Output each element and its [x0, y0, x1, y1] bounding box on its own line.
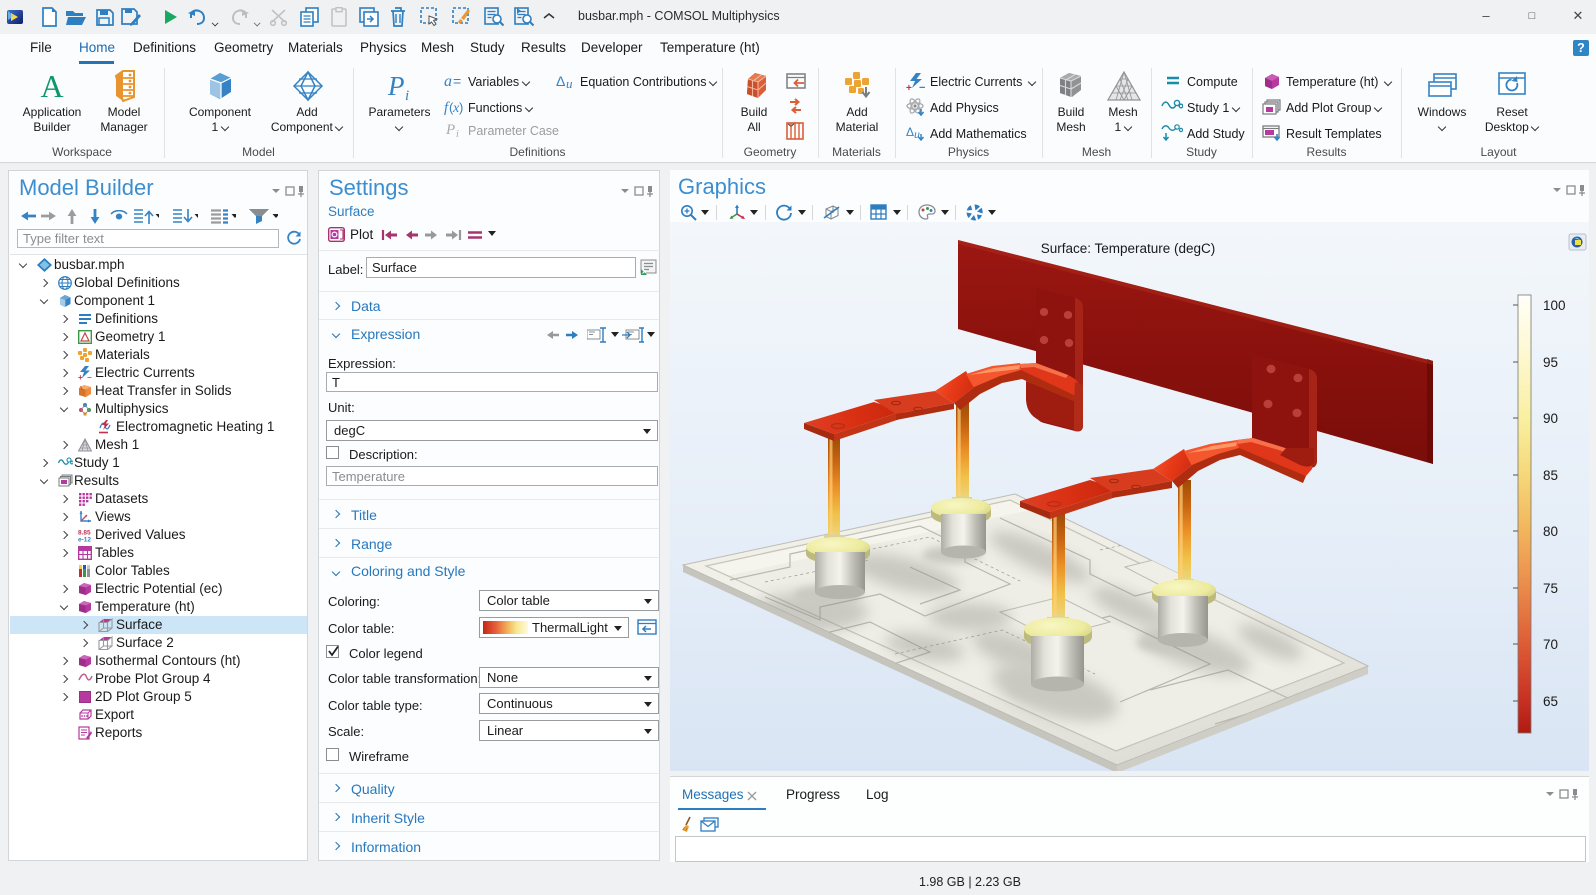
svg-text:P: P	[387, 71, 405, 101]
svg-text:Δ: Δ	[556, 73, 565, 89]
svg-text:95: 95	[1543, 355, 1558, 370]
svg-text:a: a	[444, 73, 452, 90]
svg-text:+: +	[78, 373, 83, 380]
svg-text:i: i	[456, 129, 459, 139]
svg-text:u: u	[566, 76, 573, 90]
svg-text:): )	[459, 100, 463, 115]
svg-text:100: 100	[1543, 298, 1566, 313]
svg-text:85: 85	[1543, 468, 1558, 483]
svg-text:−: −	[919, 82, 925, 91]
svg-text:70: 70	[1543, 637, 1558, 652]
svg-text:90: 90	[1543, 411, 1558, 426]
svg-text:65: 65	[1543, 694, 1558, 709]
svg-text:=: =	[453, 73, 461, 89]
svg-text:P: P	[445, 122, 455, 138]
svg-text:i: i	[405, 88, 409, 102]
svg-text:A: A	[40, 70, 63, 102]
svg-text:Surface: Temperature (degC): Surface: Temperature (degC)	[1041, 241, 1216, 256]
svg-text:75: 75	[1543, 581, 1558, 596]
svg-text:80: 80	[1543, 524, 1558, 539]
svg-text:8.85: 8.85	[78, 529, 91, 536]
svg-text:+: +	[906, 83, 912, 91]
svg-text:e-12: e-12	[78, 536, 91, 542]
svg-text:u: u	[914, 127, 920, 141]
svg-text:−: −	[87, 373, 92, 380]
svg-text:Δ: Δ	[906, 125, 914, 139]
